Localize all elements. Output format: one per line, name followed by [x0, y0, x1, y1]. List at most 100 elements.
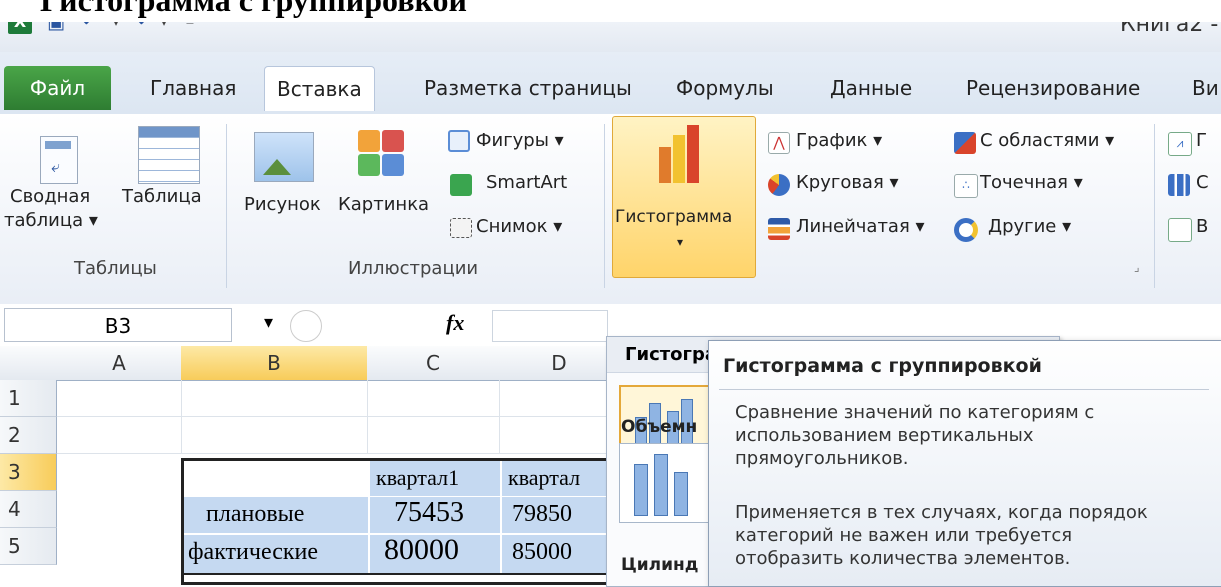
clipart-icon-part	[382, 154, 404, 176]
pivot-table-button-line2[interactable]: таблица ▾	[4, 210, 98, 231]
clipart-button[interactable]: Картинка	[338, 194, 429, 215]
tooltip-text: использованием вертикальных	[735, 425, 1034, 446]
column-header-c[interactable]: C	[367, 346, 500, 381]
sparkline-column-icon	[1168, 174, 1190, 196]
grid-line	[367, 380, 368, 454]
gallery-section-3d: Объемн	[621, 417, 698, 437]
histogram-icon-bar	[687, 125, 699, 183]
tab-view[interactable]: Ви	[1180, 66, 1221, 110]
tooltip-text: Сравнение значений по категориям с	[735, 402, 1095, 423]
row-label-planned: плановые	[206, 501, 305, 527]
sparkline-column-button[interactable]: С	[1196, 172, 1209, 193]
name-box-dropdown-icon[interactable]: ▾	[264, 312, 273, 333]
page-caption: Гистограмма с группировкой	[0, 0, 1221, 22]
clipart-icon-part	[382, 130, 404, 152]
screenshot-icon	[450, 218, 472, 238]
formula-input[interactable]	[492, 310, 608, 342]
row-header-4[interactable]: 4	[0, 491, 57, 528]
line-chart-icon: ⋀	[768, 132, 790, 154]
pie-chart-button[interactable]: Круговая ▾	[796, 172, 899, 193]
picture-button[interactable]: Рисунок	[244, 194, 321, 215]
sparkline-winloss-icon	[1168, 218, 1192, 242]
charts-dialog-launcher-icon[interactable]: ⌟	[1134, 260, 1140, 274]
3d-column-option[interactable]	[619, 443, 711, 523]
tab-home[interactable]: Главная	[138, 66, 248, 110]
histogram-icon	[659, 147, 671, 183]
tab-review[interactable]: Рецензирование	[954, 66, 1152, 110]
screenshot-button[interactable]: Снимок ▾	[476, 216, 562, 237]
tab-data[interactable]: Данные	[818, 66, 924, 110]
table-icon	[138, 126, 200, 184]
smartart-button[interactable]: SmartArt	[486, 172, 567, 193]
column-header-a[interactable]: A	[57, 346, 182, 381]
column-header-b[interactable]: B	[181, 346, 368, 381]
clipart-icon	[358, 130, 380, 152]
histogram-label: Гистограмма	[615, 207, 733, 227]
select-all-corner[interactable]	[0, 346, 58, 381]
column-header-d[interactable]: D	[499, 346, 620, 381]
group-separator	[226, 124, 227, 288]
other-charts-button[interactable]: Другие ▾	[988, 216, 1071, 237]
line-chart-button[interactable]: График ▾	[796, 130, 882, 151]
histogram-icon-bar	[673, 135, 685, 183]
grid-line	[499, 380, 500, 454]
formula-bar-splitter-icon[interactable]	[290, 310, 322, 342]
bar-chart-icon	[768, 218, 790, 240]
value-planned-q2: 79850	[512, 501, 572, 527]
chart-preview-bar	[674, 472, 688, 516]
scatter-chart-icon: ∴	[954, 174, 978, 198]
row-header-2[interactable]: 2	[0, 417, 57, 454]
name-box[interactable]: B3	[4, 308, 232, 342]
tooltip-divider	[719, 389, 1209, 390]
histogram-button[interactable]: Гистограмма ▾	[612, 116, 756, 278]
scatter-chart-button[interactable]: Точечная ▾	[980, 172, 1083, 193]
row-header-3[interactable]: 3	[0, 454, 57, 491]
value-actual-q1: 80000	[384, 533, 459, 566]
value-planned-q1: 75453	[394, 497, 464, 528]
shapes-icon	[448, 130, 470, 152]
area-chart-icon	[954, 132, 976, 154]
tab-file[interactable]: Файл	[4, 66, 111, 110]
grid-line	[57, 416, 617, 417]
sparkline-line-button[interactable]: Г	[1196, 130, 1207, 151]
insert-function-button[interactable]: fx	[446, 310, 464, 336]
tooltip-text: Применяется в тех случаях, когда порядок	[735, 502, 1148, 523]
row-header-5[interactable]: 5	[0, 528, 57, 565]
group-separator	[1154, 124, 1155, 288]
table-header-quarter2: квартал	[508, 465, 581, 490]
tab-insert[interactable]: Вставка	[264, 66, 375, 111]
tooltip: Гистограмма с группировкой Сравнение зна…	[708, 340, 1221, 587]
chart-preview-bar	[634, 464, 648, 516]
table-button[interactable]: Таблица	[122, 186, 202, 207]
table-header-quarter1: квартал1	[376, 465, 460, 490]
pivot-table-button[interactable]: Сводная	[10, 186, 90, 207]
picture-icon	[254, 132, 314, 182]
table-border	[184, 573, 624, 575]
sparkline-winloss-button[interactable]: В	[1196, 216, 1208, 237]
pivot-table-icon: ⤶	[40, 136, 78, 184]
gallery-section-cylinder: Цилинд	[621, 555, 699, 575]
tab-page-layout[interactable]: Разметка страницы	[412, 66, 644, 110]
smartart-icon	[450, 174, 472, 196]
clipart-icon-part	[358, 154, 380, 176]
tooltip-text: отобразить количества элементов.	[735, 548, 1071, 569]
pie-chart-icon	[768, 174, 790, 196]
tab-formulas[interactable]: Формулы	[664, 66, 786, 110]
ribbon-tabs: Файл Главная Вставка Разметка страницы Ф…	[0, 52, 1221, 114]
sparkline-line-icon: ⩘	[1168, 132, 1192, 156]
chart-preview-bar	[654, 454, 668, 516]
row-header-1[interactable]: 1	[0, 380, 57, 417]
bar-chart-button[interactable]: Линейчатая ▾	[796, 216, 925, 237]
row-label-actual: фактические	[188, 539, 319, 565]
grid-line	[57, 453, 617, 454]
value-actual-q2: 85000	[512, 539, 572, 565]
shapes-button[interactable]: Фигуры ▾	[476, 130, 564, 151]
group-separator	[604, 124, 605, 288]
tooltip-text: прямоугольников.	[735, 448, 909, 469]
ribbon: ⤶ Сводная таблица ▾ Таблица Таблицы Рису…	[0, 114, 1221, 305]
grid-line	[181, 380, 182, 454]
group-illustrations-label: Иллюстрации	[348, 258, 479, 279]
group-tables-label: Таблицы	[74, 258, 157, 279]
tooltip-text: категорий не важен или требуется	[735, 525, 1073, 546]
area-chart-button[interactable]: С областями ▾	[980, 130, 1114, 151]
